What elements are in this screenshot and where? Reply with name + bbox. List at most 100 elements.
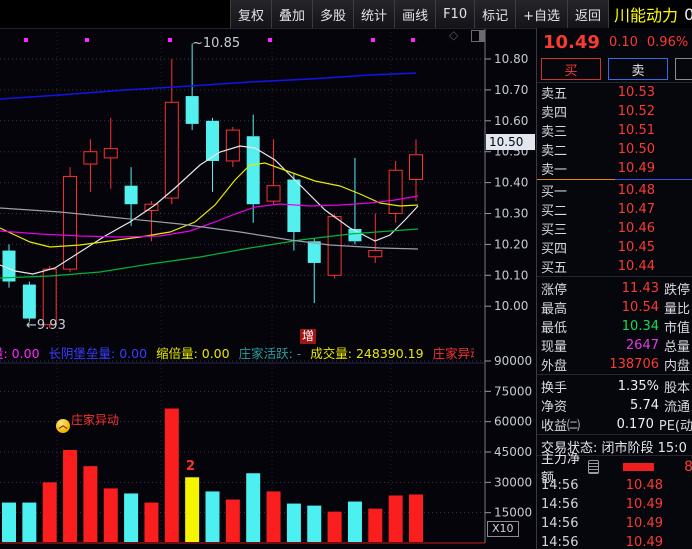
stat-label-2: 内盘 <box>664 359 691 374</box>
stat-row: 外盘 138706 内盘 <box>537 355 692 374</box>
svg-text:60000: 60000 <box>494 415 532 429</box>
svg-text:10.40: 10.40 <box>494 176 528 190</box>
split-view-icon[interactable] <box>471 30 485 42</box>
stat-value: 10.54 <box>621 300 659 315</box>
low-price-annotation: ←9.93 <box>26 318 66 333</box>
level-price: 10.48 <box>617 183 655 198</box>
level-label: 卖四 <box>541 106 568 121</box>
stat-row: 涨停 11.43 跌停 <box>537 279 692 298</box>
menu-item-6[interactable]: F10 <box>436 0 476 28</box>
stat-label-2: PE(动 <box>658 419 692 434</box>
indicator-legend-row: 量: 0.00 长阴堡垒量: 0.00 缩倍量: 0.00 庄家活跃: - 成交量: 2… <box>0 344 474 361</box>
toolbar-menu: 复权 叠加 多股 统计 画线 F10 标记 +自选 返回 <box>230 0 610 28</box>
dealer-alert-label: 庄家异动 <box>71 413 120 427</box>
tick-price: 10.49 <box>625 535 663 549</box>
level-price: 10.45 <box>617 240 655 255</box>
stat-value: 138706 <box>609 357 659 372</box>
sell-level-row[interactable]: 卖一 10.49 <box>537 159 692 178</box>
menu-item-3[interactable]: 多股 <box>313 0 355 28</box>
svg-text:10.70: 10.70 <box>494 83 528 97</box>
tick-row: 14:56 10.49 <box>537 495 692 514</box>
trading-app-window: 10.80 10.70 10.60 10.50 10.40 10.30 10.20 10.10… <box>0 0 692 549</box>
level-price: 10.46 <box>617 221 655 236</box>
last-price: 10.49 <box>543 31 600 53</box>
last-price-row: 10.49 0.10 0.96% <box>537 28 692 56</box>
chart-canvas[interactable]: 10.80 10.70 10.60 10.50 10.40 10.30 10.20 10.10… <box>0 0 536 549</box>
stat-row: 收益㈡ 0.170 PE(动 <box>537 415 692 434</box>
level-label: 买二 <box>541 204 568 219</box>
menu-item-5[interactable]: 画线 <box>395 0 437 28</box>
stat-label-2: 市值 <box>664 321 691 336</box>
tick-price: 10.48 <box>625 478 663 493</box>
flow-bar <box>622 463 655 471</box>
high-price-annotation: ~10.85 <box>192 36 241 51</box>
time-and-sales[interactable]: 14:56 10.48 14:56 10.49 14:56 10.49 14:56 10.49… <box>537 476 692 549</box>
trade-buttons-row: 买 卖 撤 <box>537 56 692 83</box>
stock-title: 川能动力 000155 R 500 <box>614 0 692 28</box>
sell-level-row[interactable]: 卖五 10.53 <box>537 83 692 102</box>
buy-button[interactable]: 买 <box>541 58 601 80</box>
menu-item-2[interactable]: 叠加 <box>272 0 314 28</box>
candlestick-chart[interactable]: 10.80 10.70 10.60 10.50 10.40 10.30 10.20 10.10… <box>0 0 536 549</box>
stock-code: 000155 <box>684 4 692 24</box>
buy-level-row[interactable]: 买三 10.46 <box>537 219 692 238</box>
indicator-label: 缩倍量: 0.00 <box>156 346 230 361</box>
buy-level-row[interactable]: 买四 10.45 <box>537 238 692 257</box>
indicator-label: 长阴堡垒量: 0.00 <box>48 346 148 361</box>
stat-label: 现量 <box>541 340 568 355</box>
sell-level-row[interactable]: 卖二 10.50 <box>537 140 692 159</box>
svg-text:10.60: 10.60 <box>494 114 528 128</box>
price-change: 0.10 <box>608 34 638 50</box>
stat-label: 涨停 <box>541 283 568 298</box>
level-price: 10.50 <box>617 142 655 157</box>
dealer-alert-icon: ︿ <box>56 419 70 433</box>
level-label: 卖二 <box>541 144 568 159</box>
stat-value: 11.43 <box>621 281 659 296</box>
level-label: 卖三 <box>541 125 568 140</box>
stat-row: 换手 1.35% 股本 <box>537 377 692 396</box>
level-label: 卖五 <box>541 87 568 102</box>
level-label: 买一 <box>541 185 568 200</box>
level-price: 10.52 <box>617 104 655 119</box>
menu-item-7[interactable]: 标记 <box>475 0 517 28</box>
indicator-label: 量: 0.00 <box>0 346 40 361</box>
tick-row: 14:56 10.49 <box>537 514 692 533</box>
buy-level-row[interactable]: 买五 10.44 <box>537 257 692 276</box>
svg-text:75000: 75000 <box>494 384 532 398</box>
svg-text:45000: 45000 <box>494 445 532 459</box>
cancel-order-button[interactable]: 撤 <box>675 58 692 80</box>
indicator-label: 庄家活跃: - <box>238 346 302 361</box>
stat-label-2: 跌停 <box>664 283 691 298</box>
indicator-label: 庄家异动: 0.00 <box>432 346 474 361</box>
chart-collapse-icon[interactable]: ◇ <box>449 28 458 42</box>
menu-item-8[interactable]: +自选 <box>516 0 569 28</box>
sell-level-row[interactable]: 卖四 10.52 <box>537 102 692 121</box>
sell-button[interactable]: 卖 <box>608 58 668 80</box>
tick-row: 14:56 10.49 <box>537 533 692 549</box>
menu-item-1[interactable]: 复权 <box>231 0 273 28</box>
buy-level-row[interactable]: 买一 10.48 <box>537 181 692 200</box>
stat-label-2: 流通 <box>664 400 691 415</box>
menu-item-4[interactable]: 统计 <box>354 0 396 28</box>
stat-label: 净资 <box>541 400 568 415</box>
sell-order-book: 卖五 10.53 卖四 10.52 卖三 10.51 卖二 10.50 卖一 10.49 <box>537 83 692 178</box>
main-capital-flow-row[interactable]: 主力净额 8 <box>537 452 692 486</box>
stat-value: 1.35% <box>617 379 659 394</box>
svg-text:10.80: 10.80 <box>494 52 528 66</box>
stock-name: 川能动力 <box>614 6 679 25</box>
stat-value: 0.170 <box>616 417 654 432</box>
main-flow-value: 8 <box>684 459 692 475</box>
level-label: 买四 <box>541 242 568 257</box>
buy-level-row[interactable]: 买二 10.47 <box>537 200 692 219</box>
svg-text:10.00: 10.00 <box>494 299 528 313</box>
menu-item-9[interactable]: 返回 <box>568 0 610 28</box>
svg-text:10.10: 10.10 <box>494 268 528 282</box>
stat-value: 10.34 <box>621 319 659 334</box>
sell-level-row[interactable]: 卖三 10.51 <box>537 121 692 140</box>
level-price: 10.44 <box>617 259 655 274</box>
svg-text:30000: 30000 <box>494 475 532 489</box>
tick-time: 14:56 <box>541 478 579 493</box>
stat-label-2: 总量 <box>664 340 691 355</box>
buy-order-book: 买一 10.48 买二 10.47 买三 10.46 买四 10.45 买五 10.44 <box>537 181 692 276</box>
tick-row: 14:56 10.48 <box>537 476 692 495</box>
